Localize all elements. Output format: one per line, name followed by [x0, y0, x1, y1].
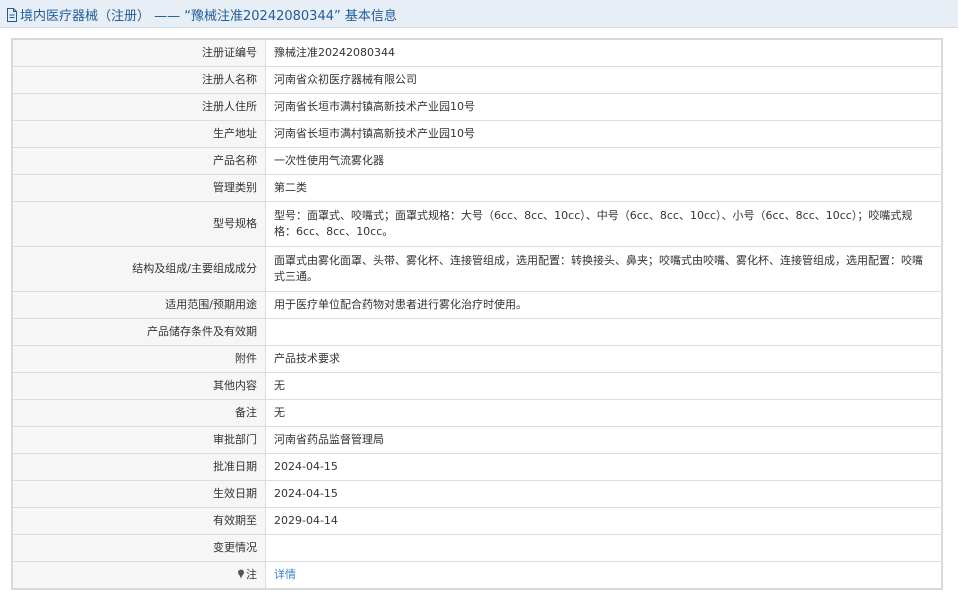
- row-value: 用于医疗单位配合药物对患者进行雾化治疗时使用。: [265, 291, 942, 319]
- row-value: 无: [265, 372, 942, 400]
- row-label: 备注: [12, 399, 266, 427]
- row-label: 结构及组成/主要组成成分: [12, 246, 266, 292]
- pin-icon: [238, 569, 244, 579]
- info-table-wrapper: 注册证编号 豫械注准20242080344 注册人名称 河南省众初医疗器械有限公…: [11, 38, 943, 590]
- table-row: 适用范围/预期用途 用于医疗单位配合药物对患者进行雾化治疗时使用。: [12, 291, 942, 319]
- row-label: 产品储存条件及有效期: [12, 318, 266, 346]
- info-table: 注册证编号 豫械注准20242080344 注册人名称 河南省众初医疗器械有限公…: [12, 39, 942, 589]
- row-label: 变更情况: [12, 534, 266, 562]
- row-value: 2024-04-15: [265, 453, 942, 481]
- row-label: 批准日期: [12, 453, 266, 481]
- row-label: 适用范围/预期用途: [12, 291, 266, 319]
- table-row: 注册人住所 河南省长垣市满村镇高新技术产业园10号: [12, 93, 942, 121]
- row-value: 一次性使用气流雾化器: [265, 147, 942, 175]
- row-value: [265, 318, 942, 346]
- row-value: 河南省药品监督管理局: [265, 426, 942, 454]
- row-label: 型号规格: [12, 201, 266, 247]
- row-label-note: 注: [12, 561, 266, 589]
- row-value: 2024-04-15: [265, 480, 942, 508]
- page-title-text: 境内医疗器械（注册） —— “豫械注准20242080344” 基本信息: [20, 9, 397, 24]
- row-value: 无: [265, 399, 942, 427]
- row-value: 面罩式由雾化面罩、头带、雾化杯、连接管组成，选用配置：转换接头、鼻夹；咬嘴式由咬…: [265, 246, 942, 292]
- table-row: 备注 无: [12, 399, 942, 427]
- page-title: 境内医疗器械（注册） —— “豫械注准20242080344” 基本信息: [6, 5, 397, 24]
- table-row: 产品名称 一次性使用气流雾化器: [12, 147, 942, 175]
- table-row: 生效日期 2024-04-15: [12, 480, 942, 508]
- table-row: 注册证编号 豫械注准20242080344: [12, 39, 942, 67]
- page-frame: 境内医疗器械（注册） —— “豫械注准20242080344” 基本信息 注册证…: [0, 0, 958, 600]
- row-label: 注册人名称: [12, 66, 266, 94]
- table-row: 型号规格 型号：面罩式、咬嘴式；面罩式规格：大号（6cc、8cc、10cc）、中…: [12, 201, 942, 247]
- title-bar: 境内医疗器械（注册） —— “豫械注准20242080344” 基本信息: [0, 0, 958, 28]
- table-row: 批准日期 2024-04-15: [12, 453, 942, 481]
- row-value: 河南省长垣市满村镇高新技术产业园10号: [265, 120, 942, 148]
- document-icon: [7, 7, 17, 22]
- table-row: 注册人名称 河南省众初医疗器械有限公司: [12, 66, 942, 94]
- table-row: 其他内容 无: [12, 372, 942, 400]
- row-value: 产品技术要求: [265, 345, 942, 373]
- details-link[interactable]: 详情: [274, 568, 296, 581]
- row-label: 注册人住所: [12, 93, 266, 121]
- row-label: 注册证编号: [12, 39, 266, 67]
- row-value: 豫械注准20242080344: [265, 39, 942, 67]
- table-row: 产品储存条件及有效期: [12, 318, 942, 346]
- table-row-note: 注 详情: [12, 561, 942, 589]
- row-value: 河南省众初医疗器械有限公司: [265, 66, 942, 94]
- table-row: 变更情况: [12, 534, 942, 562]
- row-value: [265, 534, 942, 562]
- row-label: 产品名称: [12, 147, 266, 175]
- table-row: 有效期至 2029-04-14: [12, 507, 942, 535]
- row-label: 审批部门: [12, 426, 266, 454]
- table-row: 结构及组成/主要组成成分 面罩式由雾化面罩、头带、雾化杯、连接管组成，选用配置：…: [12, 246, 942, 292]
- row-value: 2029-04-14: [265, 507, 942, 535]
- row-value: 第二类: [265, 174, 942, 202]
- note-label: 注: [246, 568, 257, 581]
- table-row: 生产地址 河南省长垣市满村镇高新技术产业园10号: [12, 120, 942, 148]
- row-value-note: 详情: [265, 561, 942, 589]
- table-row: 管理类别 第二类: [12, 174, 942, 202]
- table-row: 附件 产品技术要求: [12, 345, 942, 373]
- row-value: 型号：面罩式、咬嘴式；面罩式规格：大号（6cc、8cc、10cc）、中号（6cc…: [265, 201, 942, 247]
- row-label: 管理类别: [12, 174, 266, 202]
- row-label: 附件: [12, 345, 266, 373]
- row-value: 河南省长垣市满村镇高新技术产业园10号: [265, 93, 942, 121]
- row-label: 其他内容: [12, 372, 266, 400]
- row-label: 生效日期: [12, 480, 266, 508]
- row-label: 有效期至: [12, 507, 266, 535]
- table-row: 审批部门 河南省药品监督管理局: [12, 426, 942, 454]
- row-label: 生产地址: [12, 120, 266, 148]
